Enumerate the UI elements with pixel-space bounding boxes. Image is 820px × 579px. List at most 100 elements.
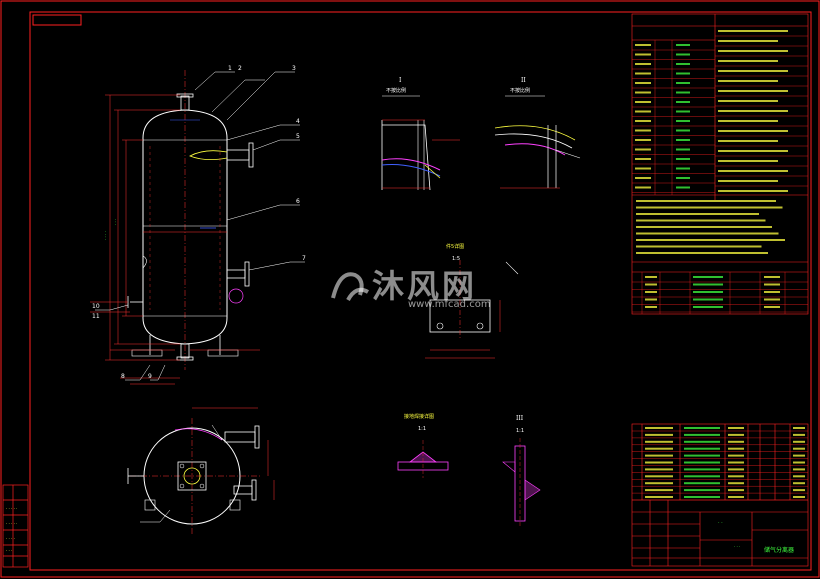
- part-note-mark: [793, 482, 805, 485]
- spec-label-mark: [635, 167, 651, 170]
- part-spec-mark: [684, 427, 720, 429]
- tech-requirement-mark: [636, 206, 783, 209]
- spec-label-mark: [635, 177, 651, 179]
- part-spec-mark: [684, 468, 720, 471]
- part-material-mark: [728, 433, 744, 436]
- spec-label-mark: [635, 120, 651, 122]
- nozzle-mark: [645, 291, 657, 293]
- spec-value-mark: [676, 63, 690, 65]
- leader-number: 5: [296, 133, 300, 140]
- watermark-logo-icon: [331, 272, 370, 302]
- nozzle-use-mark: [764, 276, 780, 278]
- part-material-mark: [728, 496, 744, 498]
- spec-note-mark: [718, 110, 788, 112]
- tech-requirement-mark: [636, 200, 776, 202]
- part-spec-mark: [684, 496, 720, 498]
- part-note-mark: [793, 489, 805, 492]
- spec-value-mark: [676, 177, 690, 179]
- spec-note-mark: [718, 30, 788, 32]
- spec-note-mark: [718, 190, 788, 192]
- nozzle-mark: [645, 306, 657, 308]
- spec-label-mark: [635, 158, 651, 160]
- spec-label-mark: [635, 82, 651, 84]
- tech-requirement-mark: [636, 219, 766, 222]
- spec-value-mark: [676, 148, 690, 151]
- spec-label-mark: [635, 139, 651, 141]
- spec-note-mark: [718, 90, 788, 92]
- spec-note-mark: [718, 40, 778, 42]
- detail-II-scale: 不按比例: [510, 87, 530, 94]
- spec-value-mark: [676, 110, 690, 113]
- spec-note-mark: [718, 140, 778, 142]
- support-view-scale: 1:5: [452, 256, 460, 262]
- part-name-mark: [645, 427, 673, 429]
- part-material-mark: [728, 489, 744, 492]
- tech-requirement-mark: [636, 226, 772, 228]
- spec-note-mark: [718, 120, 778, 122]
- leader-number: 3: [292, 65, 296, 72]
- spec-note-mark: [718, 170, 788, 172]
- spec-value-mark: [676, 120, 690, 122]
- nozzle-use-mark: [764, 291, 780, 293]
- spec-value-mark: [676, 158, 690, 160]
- part-note-mark: [793, 433, 805, 436]
- part-material-mark: [728, 454, 744, 457]
- part-note-mark: [793, 461, 805, 464]
- top-left-tag: [32, 14, 82, 26]
- spec-value-mark: [676, 82, 690, 84]
- part-spec-mark: [684, 454, 720, 457]
- spec-label-mark: [635, 129, 651, 132]
- watermark-url: www.mfcad.com: [408, 299, 491, 310]
- detail-II-numeral: II: [521, 77, 526, 84]
- svg-text:· · ·: · · ·: [113, 219, 118, 225]
- tech-requirement-mark: [636, 245, 762, 248]
- title-block: [632, 499, 808, 566]
- nozzle-use-mark: [764, 283, 780, 286]
- spec-value-mark: [676, 101, 690, 103]
- part-material-mark: [728, 427, 744, 429]
- svg-text:· · · ·: · · · ·: [6, 536, 15, 541]
- spec-note-mark: [718, 70, 788, 72]
- detail-I-numeral: I: [399, 77, 402, 84]
- spec-label-mark: [635, 110, 651, 113]
- weld-detail: [397, 440, 449, 478]
- nozzle-mark: [645, 298, 657, 301]
- nozzle-mark: [645, 276, 657, 278]
- svg-text:· · · ·: · · · ·: [103, 231, 108, 240]
- part-name-mark: [645, 475, 673, 478]
- part-name-mark: [645, 468, 673, 471]
- title-block-mark: · ·: [718, 520, 723, 526]
- part-note-mark: [793, 440, 805, 443]
- title-block-scale: · · ·: [734, 544, 740, 549]
- leader-number: 8: [121, 373, 125, 380]
- spec-note-mark: [718, 150, 788, 152]
- spec-value-mark: [676, 167, 690, 170]
- engineering-drawing: · · · · · · · · · · · · · · · · · 储气分离器 …: [0, 0, 820, 578]
- spec-value-mark: [676, 53, 690, 56]
- product-name: 储气分离器: [764, 546, 794, 554]
- part-spec-mark: [684, 433, 720, 436]
- part-spec-mark: [684, 482, 720, 485]
- spec-value-mark: [676, 44, 690, 46]
- detail-III-numeral: III: [516, 415, 524, 422]
- detail-I-scale: 不按比例: [386, 87, 406, 94]
- spec-label-mark: [635, 72, 651, 75]
- leader-number: 11: [92, 313, 100, 320]
- part-note-mark: [793, 447, 805, 450]
- spec-note-mark: [718, 60, 778, 62]
- part-note-mark: [793, 475, 805, 478]
- spec-label-mark: [635, 148, 651, 151]
- leader-number: 4: [296, 118, 300, 125]
- part-material-mark: [728, 447, 744, 450]
- detail-II: [494, 95, 581, 189]
- part-name-mark: [645, 482, 673, 485]
- tech-requirement-mark: [636, 232, 779, 235]
- part-material-mark: [728, 461, 744, 464]
- spec-value-mark: [676, 91, 690, 94]
- support-view-title: 件5详图: [446, 243, 464, 250]
- nozzle-spec-mark: [693, 283, 723, 286]
- tech-requirement-mark: [636, 213, 759, 215]
- vessel-front-view: [127, 70, 254, 370]
- part-name-mark: [645, 496, 673, 498]
- spec-value-mark: [676, 129, 690, 132]
